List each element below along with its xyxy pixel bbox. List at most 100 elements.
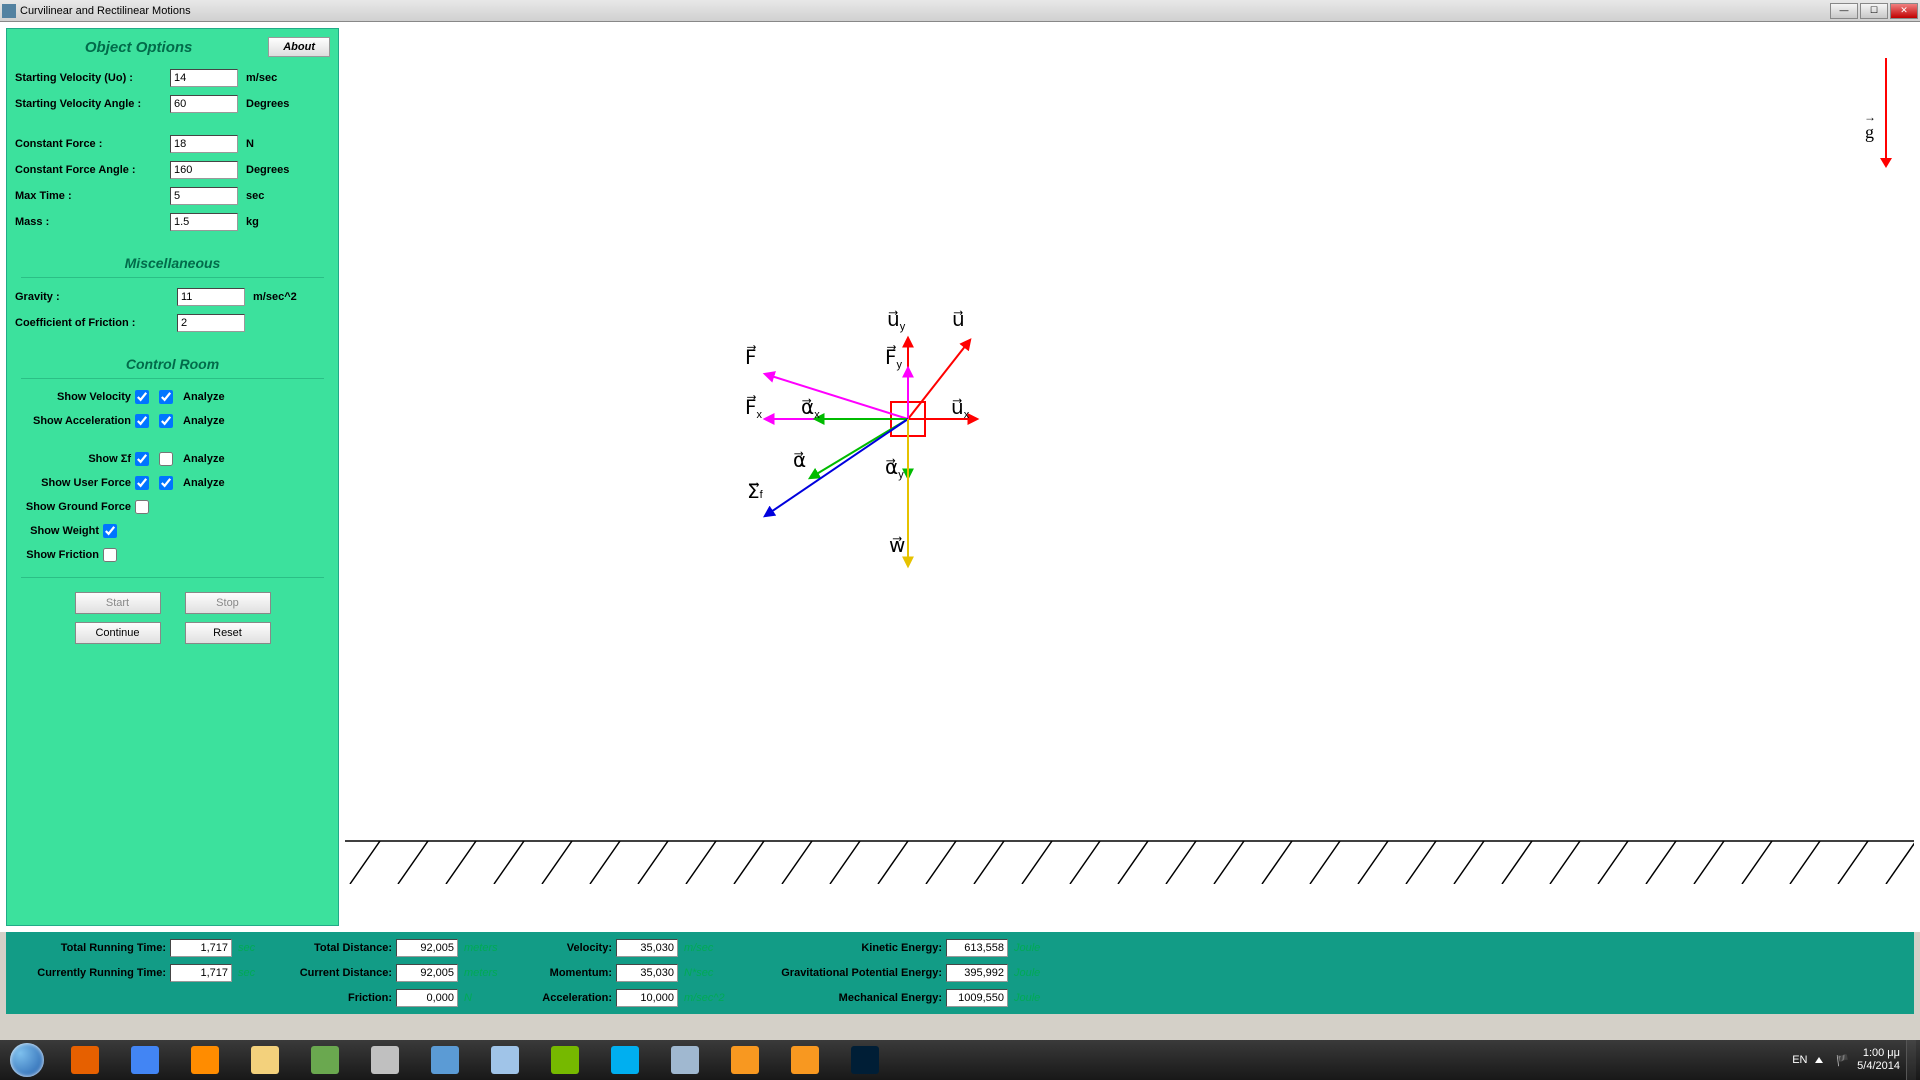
kinetic-label: Kinetic Energy:	[756, 942, 946, 954]
mass-unit: kg	[246, 216, 259, 228]
svg-text:α⃗y: α⃗y	[885, 457, 904, 481]
mechanical-value	[946, 989, 1008, 1007]
analyze-sigmaf-checkbox[interactable]	[159, 452, 173, 466]
taskbar-disc-icon[interactable]	[356, 1042, 414, 1078]
show-user-force-label: Show User Force	[15, 477, 135, 489]
tray-clock[interactable]: 1:00 μμ 5/4/2014	[1857, 1047, 1900, 1073]
total-distance-unit: meters	[464, 942, 498, 954]
system-tray[interactable]: EN 🏴 1:00 μμ 5/4/2014	[1792, 1047, 1906, 1073]
show-sigmaf-label: Show Σf	[15, 453, 135, 465]
taskbar-utorrent-icon[interactable]	[536, 1042, 594, 1078]
current-distance-label: Current Distance:	[286, 967, 396, 979]
max-time-label: Max Time :	[15, 190, 170, 202]
constant-force-angle-input[interactable]	[170, 161, 238, 179]
momentum-value	[616, 964, 678, 982]
minimize-button[interactable]: —	[1830, 3, 1858, 19]
show-sigmaf-checkbox[interactable]	[135, 452, 149, 466]
friction-unit: N	[464, 992, 472, 1004]
acceleration-value	[616, 989, 678, 1007]
momentum-label: Momentum:	[536, 967, 616, 979]
show-velocity-checkbox[interactable]	[135, 390, 149, 404]
friction-value	[396, 989, 458, 1007]
tray-chevron-icon[interactable]	[1815, 1057, 1823, 1063]
analyze-accel-checkbox[interactable]	[159, 414, 173, 428]
starting-velocity-input[interactable]	[170, 69, 238, 87]
potential-unit: Joule	[1014, 967, 1040, 979]
taskbar-java1-icon[interactable]	[716, 1042, 774, 1078]
continue-button[interactable]: Continue	[75, 622, 161, 644]
show-weight-label: Show Weight	[15, 525, 103, 537]
reset-button[interactable]: Reset	[185, 622, 271, 644]
show-ground-force-checkbox[interactable]	[135, 500, 149, 514]
kinetic-value	[946, 939, 1008, 957]
svg-text:Σ⃗f: Σ⃗f	[747, 481, 764, 503]
window-title: Curvilinear and Rectilinear Motions	[20, 5, 1830, 17]
taskbar-java2-icon[interactable]	[776, 1042, 834, 1078]
total-time-unit: sec	[238, 942, 255, 954]
start-button[interactable]	[0, 1040, 54, 1080]
mass-input[interactable]	[170, 213, 238, 231]
close-button[interactable]: ✕	[1890, 3, 1918, 19]
maximize-button[interactable]: ☐	[1860, 3, 1888, 19]
total-time-label: Total Running Time:	[16, 942, 170, 954]
taskbar-mycomputer-icon[interactable]	[416, 1042, 474, 1078]
about-button[interactable]: About	[268, 37, 330, 57]
constant-force-angle-unit: Degrees	[246, 164, 289, 176]
starting-angle-label: Starting Velocity Angle :	[15, 98, 170, 110]
show-friction-checkbox[interactable]	[103, 548, 117, 562]
show-velocity-label: Show Velocity	[15, 391, 135, 403]
gravity-vector: g	[1865, 58, 1892, 168]
analyze-user-force-checkbox[interactable]	[159, 476, 173, 490]
current-time-value	[170, 964, 232, 982]
taskbar-explorer-icon[interactable]	[236, 1042, 294, 1078]
analyze-accel-label: Analyze	[183, 415, 225, 427]
show-accel-label: Show Acceleration	[15, 415, 135, 427]
tray-lang[interactable]: EN	[1792, 1054, 1807, 1066]
taskbar-netbeans-icon[interactable]	[656, 1042, 714, 1078]
starting-angle-input[interactable]	[170, 95, 238, 113]
friction-coef-label: Coefficient of Friction :	[15, 317, 177, 329]
tray-time: 1:00 μμ	[1857, 1047, 1900, 1060]
taskbar-skype-icon[interactable]	[596, 1042, 654, 1078]
ground-surface	[345, 840, 1914, 884]
momentum-unit: N*sec	[684, 967, 713, 979]
svg-text:α⃗x: α⃗x	[801, 397, 820, 421]
mechanical-unit: Joule	[1014, 992, 1040, 1004]
friction-coef-input[interactable]	[177, 314, 245, 332]
stop-button[interactable]: Stop	[185, 592, 271, 614]
show-ground-force-label: Show Ground Force	[15, 501, 135, 513]
misc-title: Miscellaneous	[15, 249, 330, 275]
max-time-input[interactable]	[170, 187, 238, 205]
gravity-unit: m/sec^2	[253, 291, 297, 303]
potential-label: Gravitational Potential Energy:	[756, 967, 946, 979]
taskbar-wmp-icon[interactable]	[176, 1042, 234, 1078]
gravity-input[interactable]	[177, 288, 245, 306]
app-icon	[2, 4, 16, 18]
kinetic-unit: Joule	[1014, 942, 1040, 954]
object-options-title: Object Options	[15, 39, 262, 56]
window-titlebar: Curvilinear and Rectilinear Motions — ☐ …	[0, 0, 1920, 22]
show-accel-checkbox[interactable]	[135, 414, 149, 428]
starting-angle-unit: Degrees	[246, 98, 289, 110]
show-user-force-checkbox[interactable]	[135, 476, 149, 490]
taskbar-calc-icon[interactable]	[476, 1042, 534, 1078]
constant-force-label: Constant Force :	[15, 138, 170, 150]
svg-text:F⃗x: F⃗x	[745, 394, 763, 421]
taskbar-photoshop-icon[interactable]	[836, 1042, 894, 1078]
show-weight-checkbox[interactable]	[103, 524, 117, 538]
taskbar-firefox-icon[interactable]	[56, 1042, 114, 1078]
constant-force-input[interactable]	[170, 135, 238, 153]
gravity-label: Gravity :	[15, 291, 177, 303]
taskbar-task-mgr-icon[interactable]	[296, 1042, 354, 1078]
analyze-velocity-checkbox[interactable]	[159, 390, 173, 404]
acceleration-unit: m/sec^2	[684, 992, 725, 1004]
tray-flag-icon[interactable]: 🏴	[1835, 1054, 1849, 1067]
taskbar-chrome-icon[interactable]	[116, 1042, 174, 1078]
force-diagram: u⃗ u⃗y u⃗x F⃗ F⃗y F⃗x α⃗ α⃗x α⃗y Σ⃗f w⃗	[705, 268, 1105, 568]
start-button[interactable]: Start	[75, 592, 161, 614]
show-desktop-button[interactable]	[1906, 1040, 1916, 1080]
acceleration-label: Acceleration:	[536, 992, 616, 1004]
status-panel: Total Running Time:sec Total Distance:me…	[6, 932, 1914, 1014]
svg-text:u⃗y: u⃗y	[887, 309, 906, 333]
friction-label: Friction:	[286, 992, 396, 1004]
